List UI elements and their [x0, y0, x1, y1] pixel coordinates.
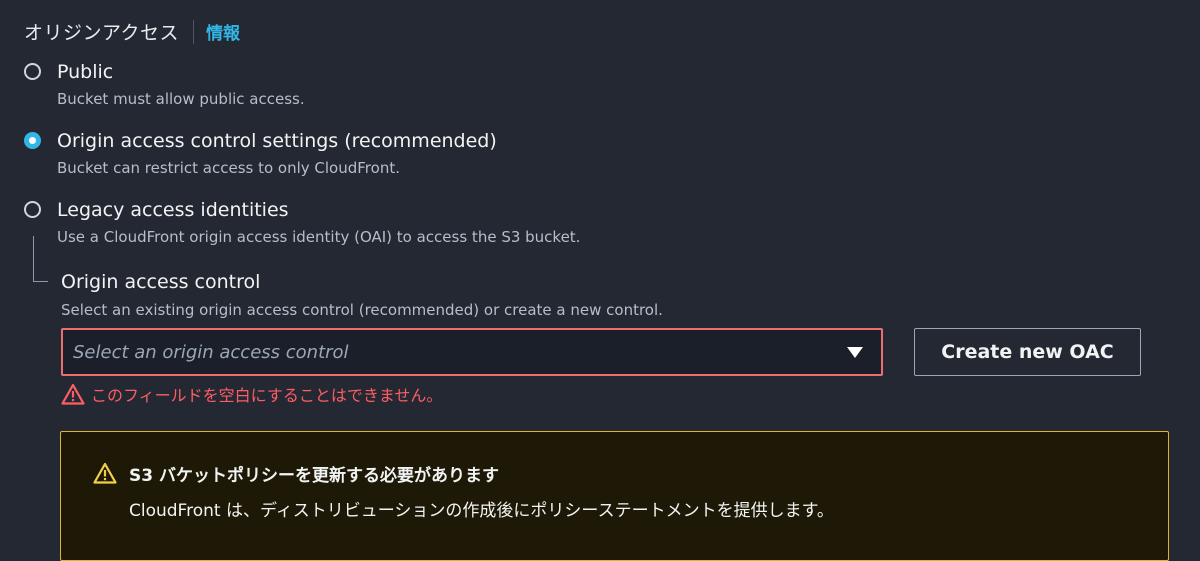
radio-option-oac[interactable]: Origin access control settings (recommen… [24, 129, 497, 178]
radio-legacy[interactable] [24, 201, 41, 218]
info-link[interactable]: 情報 [206, 19, 240, 44]
radio-label-oac: Origin access control settings (recommen… [57, 130, 497, 152]
warning-triangle-icon [93, 462, 117, 484]
oac-field-description: Select an existing origin access control… [61, 301, 663, 319]
tree-connector-horizontal [33, 281, 48, 282]
radio-label-public: Public [57, 61, 114, 83]
oac-select-placeholder: Select an origin access control [73, 341, 349, 363]
radio-oac[interactable] [24, 132, 41, 149]
radio-label-legacy: Legacy access identities [57, 199, 289, 221]
create-new-oac-button[interactable]: Create new OAC [914, 328, 1141, 376]
alert-body: CloudFront は、ディストリビューションの作成後にポリシーステートメント… [129, 501, 834, 521]
section-header: オリジンアクセス 情報 [24, 18, 240, 45]
radio-description-public: Bucket must allow public access. [57, 90, 305, 108]
section-title: オリジンアクセス [24, 22, 180, 44]
header-divider [193, 19, 195, 44]
caret-down-icon [847, 346, 863, 358]
oac-select[interactable]: Select an origin access control [61, 328, 883, 376]
oac-field: Origin access control Select an existing… [61, 270, 663, 320]
warning-alert: S3 バケットポリシーを更新する必要があります CloudFront は、ディス… [60, 431, 1169, 561]
radio-public[interactable] [24, 63, 41, 80]
radio-description-legacy: Use a CloudFront origin access identity … [57, 228, 581, 246]
field-error: このフィールドを空白にすることはできません。 [61, 382, 442, 406]
oac-field-label: Origin access control [61, 271, 261, 293]
error-message: このフィールドを空白にすることはできません。 [91, 386, 443, 405]
tree-connector-vertical [33, 236, 34, 282]
radio-option-legacy[interactable]: Legacy access identities Use a CloudFron… [24, 198, 580, 247]
radio-description-oac: Bucket can restrict access to only Cloud… [57, 159, 400, 177]
alert-title: S3 バケットポリシーを更新する必要があります [129, 466, 499, 486]
radio-option-public[interactable]: Public Bucket must allow public access. [24, 60, 305, 109]
warning-triangle-icon [61, 383, 85, 405]
